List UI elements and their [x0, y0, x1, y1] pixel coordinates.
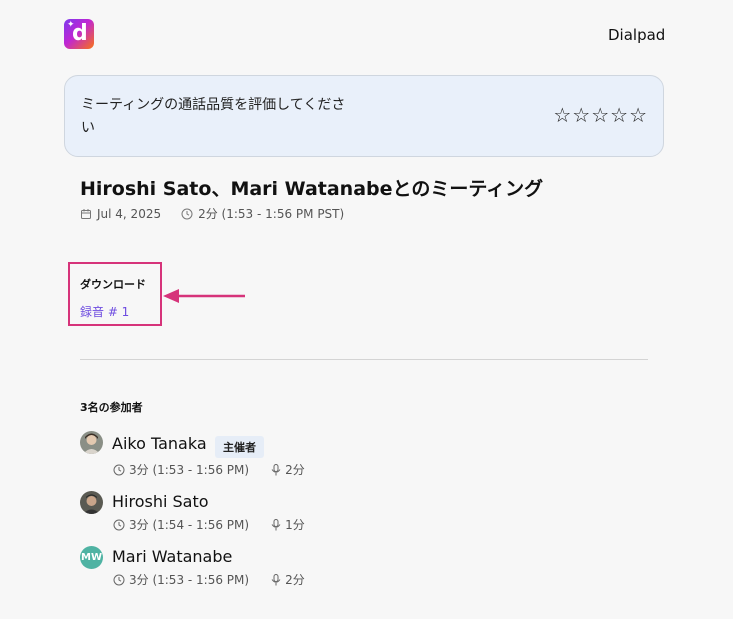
star-icon[interactable]: ☆ — [629, 104, 647, 126]
participant-meta: 3分 (1:54 - 1:56 PM) 1分 — [113, 516, 305, 533]
avatar-initials: MW — [81, 552, 102, 563]
participant-talk-time: 1分 — [285, 518, 305, 532]
star-rating[interactable]: ☆ ☆ ☆ ☆ ☆ — [553, 104, 647, 126]
star-icon[interactable]: ☆ — [572, 104, 590, 126]
participant-name: Aiko Tanaka — [112, 434, 207, 453]
rating-banner: ミーティングの通話品質を評価してください ☆ ☆ ☆ ☆ ☆ — [64, 75, 664, 157]
participant-name: Mari Watanabe — [112, 547, 233, 566]
participant-name: Hiroshi Sato — [112, 492, 209, 511]
participant-time: 3分 (1:53 - 1:56 PM) — [129, 573, 250, 587]
participant-talk-time: 2分 — [285, 463, 305, 477]
brand-name: Dialpad — [608, 26, 666, 44]
meeting-title: Hiroshi Sato、Mari Watanabeとのミーティング — [80, 178, 544, 200]
participant-time: 3分 (1:53 - 1:56 PM) — [129, 463, 250, 477]
dialpad-logo[interactable]: ✦ d — [64, 19, 94, 49]
logo-letter: d — [72, 21, 88, 46]
recording-download-link[interactable]: 録音 # 1 — [80, 303, 129, 320]
annotation-arrow — [163, 289, 245, 303]
participants-title: 3名の参加者 — [80, 401, 143, 414]
microphone-icon — [271, 573, 281, 585]
avatar — [80, 491, 103, 514]
star-icon[interactable]: ☆ — [591, 104, 609, 126]
avatar: MW — [80, 546, 103, 569]
microphone-icon — [271, 463, 281, 475]
avatar — [80, 431, 103, 454]
participant-meta: 3分 (1:53 - 1:56 PM) 2分 — [113, 461, 305, 478]
star-icon[interactable]: ☆ — [610, 104, 628, 126]
meeting-duration: 2分 (1:53 - 1:56 PM PST) — [198, 207, 345, 221]
participant-time: 3分 (1:54 - 1:56 PM) — [129, 518, 250, 532]
microphone-icon — [271, 518, 281, 530]
participant-meta: 3分 (1:53 - 1:56 PM) 2分 — [113, 571, 305, 588]
host-badge: 主催者 — [215, 436, 264, 458]
rating-prompt: ミーティングの通話品質を評価してください — [81, 97, 346, 136]
clock-icon — [113, 464, 125, 475]
star-icon[interactable]: ☆ — [553, 104, 571, 126]
downloads-label: ダウンロード — [80, 278, 146, 291]
calendar-icon — [81, 208, 91, 219]
section-divider — [80, 359, 648, 360]
meeting-date: Jul 4, 2025 — [97, 206, 162, 221]
participant-talk-time: 2分 — [285, 573, 305, 587]
clock-icon — [113, 574, 125, 585]
clock-icon — [181, 208, 193, 219]
clock-icon — [113, 519, 125, 530]
meeting-meta: Jul 4, 2025 2分 (1:53 - 1:56 PM PST) — [80, 205, 344, 222]
